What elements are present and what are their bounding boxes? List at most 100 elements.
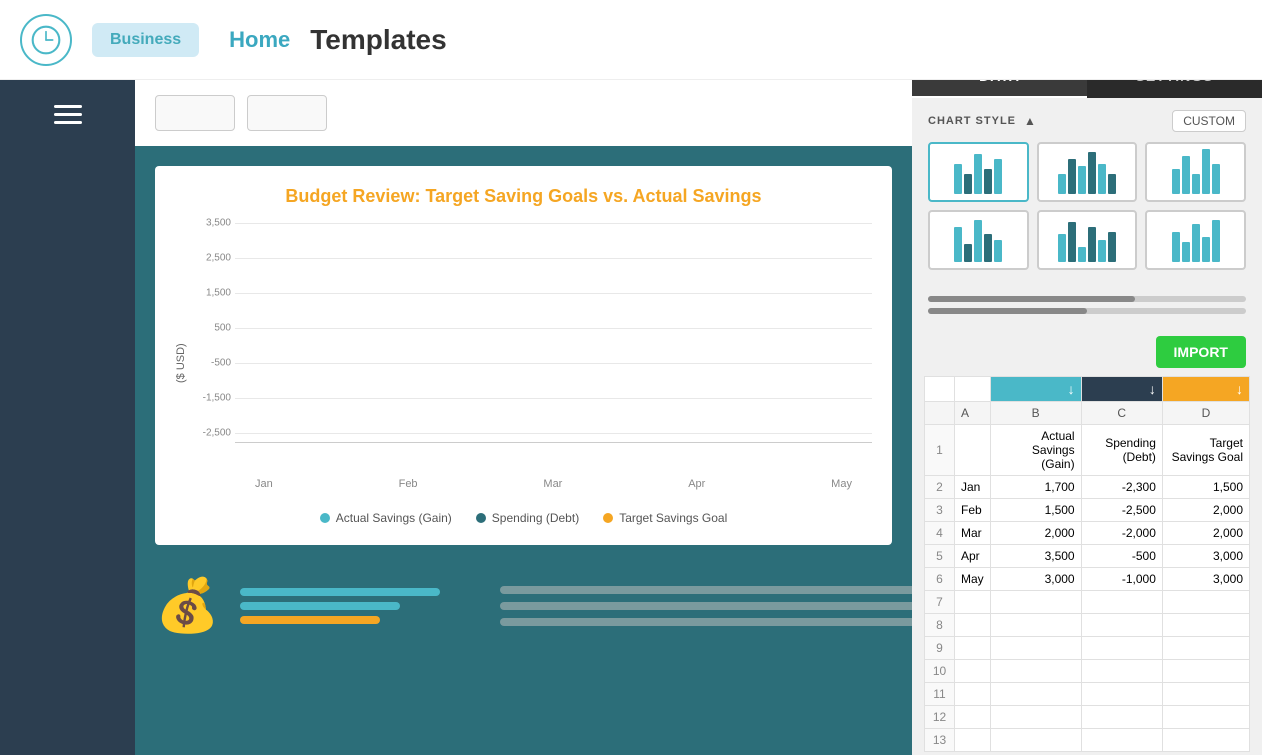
cell-9d[interactable] — [1162, 637, 1249, 660]
cell-3b[interactable]: 1,500 — [990, 499, 1081, 522]
cell-9c[interactable] — [1081, 637, 1162, 660]
cell-4b[interactable]: 2,000 — [990, 522, 1081, 545]
mini-bar — [1202, 149, 1210, 194]
toolbar-button-1[interactable] — [155, 95, 235, 131]
logo — [20, 14, 72, 66]
col-color-row: ↓ ↓ ↓ — [925, 377, 1250, 402]
cell-10a[interactable] — [955, 660, 991, 683]
slider-2[interactable] — [928, 308, 1246, 314]
cell-8c[interactable] — [1081, 614, 1162, 637]
cell-8b[interactable] — [990, 614, 1081, 637]
sort-icon: ▲ — [1024, 114, 1036, 128]
mini-bar — [984, 234, 992, 262]
slider-section — [912, 282, 1262, 328]
cell-2d[interactable]: 1,500 — [1162, 476, 1249, 499]
cell-4c[interactable]: -2,000 — [1081, 522, 1162, 545]
bottom-bars — [240, 588, 440, 624]
slider-1[interactable] — [928, 296, 1246, 302]
mini-bar — [954, 227, 962, 262]
cell-10d[interactable] — [1162, 660, 1249, 683]
cell-12b[interactable] — [990, 706, 1081, 729]
x-label-jan: Jan — [255, 478, 273, 503]
cell-6b[interactable]: 3,000 — [990, 568, 1081, 591]
chart-style-option-6[interactable] — [1145, 210, 1246, 270]
chart-style-option-5[interactable] — [1037, 210, 1138, 270]
mini-bar — [1058, 234, 1066, 262]
templates-link[interactable]: Templates — [310, 24, 446, 56]
cell-4a[interactable]: Mar — [955, 522, 991, 545]
bottom-bars-right — [500, 586, 912, 626]
chart-style-option-3[interactable] — [1145, 142, 1246, 202]
import-button[interactable]: IMPORT — [1156, 336, 1246, 368]
cell-11a[interactable] — [955, 683, 991, 706]
cell-9b[interactable] — [990, 637, 1081, 660]
cell-2b[interactable]: 1,700 — [990, 476, 1081, 499]
chart-style-option-1[interactable] — [928, 142, 1029, 202]
hamburger-menu[interactable] — [54, 100, 82, 129]
mini-bar — [1088, 152, 1096, 194]
cell-1c[interactable]: Spending (Debt) — [1081, 425, 1162, 476]
cell-5c[interactable]: -500 — [1081, 545, 1162, 568]
cell-3d[interactable]: 2,000 — [1162, 499, 1249, 522]
row-num-6: 6 — [925, 568, 955, 591]
cell-2c[interactable]: -2,300 — [1081, 476, 1162, 499]
mini-bar — [1212, 164, 1220, 194]
toolbar-button-2[interactable] — [247, 95, 327, 131]
grid-line: 1,500 — [235, 293, 872, 294]
cell-5b[interactable]: 3,500 — [990, 545, 1081, 568]
cell-9a[interactable] — [955, 637, 991, 660]
cell-1d[interactable]: Target Savings Goal — [1162, 425, 1249, 476]
cell-7d[interactable] — [1162, 591, 1249, 614]
col-a-letter: A — [955, 402, 991, 425]
legend-dot-target — [603, 513, 613, 523]
table-row: 8 — [925, 614, 1250, 637]
legend-dot-spending — [476, 513, 486, 523]
chart-style-section: CHART STYLE ▲ CUSTOM — [912, 98, 1262, 282]
bar-teal-2 — [240, 602, 400, 610]
mini-bar — [1172, 169, 1180, 194]
table-row: 1 Actual Savings (Gain) Spending (Debt) … — [925, 425, 1250, 476]
cell-12d[interactable] — [1162, 706, 1249, 729]
chart-style-option-4[interactable] — [928, 210, 1029, 270]
cell-11b[interactable] — [990, 683, 1081, 706]
table-row: 13 — [925, 729, 1250, 752]
cell-1b[interactable]: Actual Savings (Gain) — [990, 425, 1081, 476]
bar-right-3 — [500, 618, 912, 626]
legend-item-actual: Actual Savings (Gain) — [320, 511, 452, 525]
cell-13b[interactable] — [990, 729, 1081, 752]
col-letter-row: A B C D — [925, 402, 1250, 425]
cell-4d[interactable]: 2,000 — [1162, 522, 1249, 545]
cell-3c[interactable]: -2,500 — [1081, 499, 1162, 522]
mini-bar — [1108, 174, 1116, 194]
cell-11c[interactable] — [1081, 683, 1162, 706]
cell-13c[interactable] — [1081, 729, 1162, 752]
cell-10b[interactable] — [990, 660, 1081, 683]
cell-13d[interactable] — [1162, 729, 1249, 752]
cell-6a[interactable]: May — [955, 568, 991, 591]
row-num-3: 3 — [925, 499, 955, 522]
cell-12a[interactable] — [955, 706, 991, 729]
cell-5d[interactable]: 3,000 — [1162, 545, 1249, 568]
cell-8d[interactable] — [1162, 614, 1249, 637]
cell-3a[interactable]: Feb — [955, 499, 991, 522]
cell-6c[interactable]: -1,000 — [1081, 568, 1162, 591]
business-button[interactable]: Business — [92, 23, 199, 57]
cell-11d[interactable] — [1162, 683, 1249, 706]
cell-7a[interactable] — [955, 591, 991, 614]
cell-10c[interactable] — [1081, 660, 1162, 683]
cell-7c[interactable] — [1081, 591, 1162, 614]
cell-6d[interactable]: 3,000 — [1162, 568, 1249, 591]
chart-style-option-2[interactable] — [1037, 142, 1138, 202]
cell-1a[interactable] — [955, 425, 991, 476]
x-label-apr: Apr — [688, 478, 705, 503]
cell-13a[interactable] — [955, 729, 991, 752]
table-row: 2 Jan 1,700 -2,300 1,500 — [925, 476, 1250, 499]
cell-2a[interactable]: Jan — [955, 476, 991, 499]
cell-12c[interactable] — [1081, 706, 1162, 729]
y-axis-label: ($ USD) — [175, 223, 187, 503]
main-content: Budget Review: Target Saving Goals vs. A… — [135, 80, 912, 755]
cell-7b[interactable] — [990, 591, 1081, 614]
cell-8a[interactable] — [955, 614, 991, 637]
home-link[interactable]: Home — [229, 27, 290, 53]
cell-5a[interactable]: Apr — [955, 545, 991, 568]
